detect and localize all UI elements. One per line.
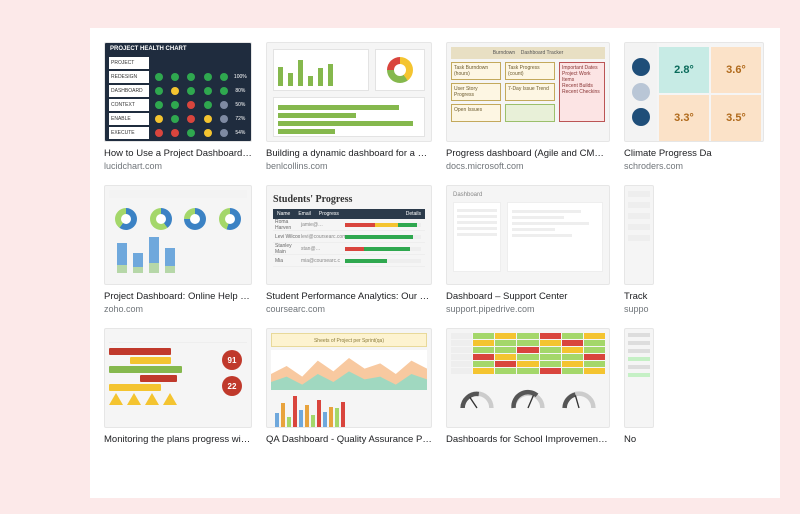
sidebar-panel-icon [453, 202, 501, 272]
result-card[interactable]: 91 22 Monitoring the plans progress with… [104, 328, 252, 447]
result-title[interactable]: Student Performance Analytics: Our Most-… [266, 291, 432, 303]
result-source: docs.microsoft.com [446, 161, 610, 173]
panel-title: Students' Progress [273, 194, 425, 205]
result-card[interactable]: Burndown Dashboard Tracker Task Burndown… [446, 42, 610, 173]
result-thumbnail[interactable] [104, 185, 252, 285]
result-meta: Dashboards for School Improvement | Trac… [446, 428, 610, 447]
result-meta: Climate Progress Da schroders.com [624, 142, 764, 173]
result-title[interactable]: How to Use a Project Dashboard to Keep Y… [104, 148, 252, 160]
panel-header: Dashboard [453, 192, 603, 198]
badge: 91 [222, 350, 242, 370]
result-card[interactable]: No [624, 328, 654, 447]
result-thumbnail[interactable]: 2.8° 3.6° 3.3° 3.5° [624, 42, 764, 142]
result-title[interactable]: Climate Progress Da [624, 148, 764, 160]
health-matrix: PROJECT REDESIGN100% DASHBOARD80% CONTEX… [105, 55, 251, 142]
result-thumbnail[interactable]: Dashboard [446, 185, 610, 285]
hbar-chart-icon [273, 97, 425, 137]
result-card[interactable]: Dashboard Dashboard – Support Center sup… [446, 185, 610, 316]
result-thumbnail[interactable] [624, 328, 654, 428]
kpi-tile: 3.6° [711, 47, 761, 93]
result-title[interactable]: QA Dashboard - Quality Assurance Project… [266, 434, 432, 446]
area-chart-icon [271, 350, 427, 390]
result-source: support.pipedrive.com [446, 304, 610, 316]
result-card[interactable]: Project Dashboard: Online Help | Zoho Pr… [104, 185, 252, 316]
nav-dots-icon [625, 43, 657, 141]
badge-column: 91 22 [217, 346, 247, 428]
gantt-icon [109, 346, 213, 428]
result-meta: How to Use a Project Dashboard to Keep Y… [104, 142, 252, 173]
result-title[interactable]: No [624, 434, 654, 446]
mini-bars-icon [271, 393, 427, 427]
column-chart-icon [109, 237, 247, 277]
result-thumbnail[interactable]: Sheets of Project per Sprint(qa) [266, 328, 432, 428]
gauge-row-icon [451, 389, 605, 409]
result-title[interactable]: Dashboards for School Improvement | Trac… [446, 434, 610, 446]
badge: 22 [222, 376, 242, 396]
result-card[interactable]: Track suppo [624, 185, 654, 316]
result-source: suppo [624, 304, 654, 316]
content-panel-icon [507, 202, 603, 272]
result-card[interactable]: 2.8° 3.6° 3.3° 3.5° Climate Progress Da … [624, 42, 764, 173]
result-thumbnail[interactable]: Burndown Dashboard Tracker Task Burndown… [446, 42, 610, 142]
bar-chart-icon [273, 49, 369, 91]
result-thumbnail[interactable]: 91 22 [104, 328, 252, 428]
result-card[interactable]: Building a dynamic dashboard for a 3-day… [266, 42, 432, 173]
result-meta: Progress dashboard (Agile and CMMI) | ..… [446, 142, 610, 173]
result-source: benlcollins.com [266, 161, 432, 173]
thumb-title: PROJECT HEALTH CHART [105, 43, 251, 55]
heatmap-icon [451, 333, 605, 383]
kpi-tile: 2.8° [659, 47, 709, 93]
result-title[interactable]: Dashboard – Support Center [446, 291, 610, 303]
kpi-tile: 3.5° [711, 95, 761, 141]
result-source: schroders.com [624, 161, 764, 173]
result-meta: Project Dashboard: Online Help | Zoho Pr… [104, 285, 252, 316]
result-source: coursearc.com [266, 304, 432, 316]
result-meta: Building a dynamic dashboard for a 3-day… [266, 142, 432, 173]
result-title[interactable]: Track [624, 291, 654, 303]
donut-chart-icon [375, 49, 425, 91]
image-results-grid: PROJECT HEALTH CHART PROJECT REDESIGN100… [90, 28, 780, 498]
result-title[interactable]: Project Dashboard: Online Help | Zoho Pr… [104, 291, 252, 303]
result-meta: Monitoring the plans progress with gra… [104, 428, 252, 447]
result-title[interactable]: Monitoring the plans progress with gra… [104, 434, 252, 446]
result-thumbnail[interactable]: PROJECT HEALTH CHART PROJECT REDESIGN100… [104, 42, 252, 142]
result-thumbnail[interactable] [266, 42, 432, 142]
result-card[interactable]: Dashboards for School Improvement | Trac… [446, 328, 610, 447]
result-card[interactable]: Sheets of Project per Sprint(qa) QA Dash… [266, 328, 432, 447]
result-title[interactable]: Building a dynamic dashboard for a 3-day… [266, 148, 432, 160]
result-meta: QA Dashboard - Quality Assurance Project… [266, 428, 432, 447]
result-thumbnail[interactable] [446, 328, 610, 428]
donut-row-icon [109, 201, 247, 237]
banner: Sheets of Project per Sprint(qa) [271, 333, 427, 347]
result-meta: Student Performance Analytics: Our Most-… [266, 285, 432, 316]
result-meta: No [624, 428, 654, 447]
result-meta: Dashboard – Support Center support.piped… [446, 285, 610, 316]
kpi-tile: 3.3° [659, 95, 709, 141]
result-thumbnail[interactable] [624, 185, 654, 285]
students-table: NameEmailProgressDetails Roma Harvenjami… [273, 209, 425, 267]
result-source: lucidchart.com [104, 161, 252, 173]
result-title[interactable]: Progress dashboard (Agile and CMMI) | ..… [446, 148, 610, 160]
result-source: zoho.com [104, 304, 252, 316]
result-card[interactable]: PROJECT HEALTH CHART PROJECT REDESIGN100… [104, 42, 252, 173]
result-card[interactable]: Students' Progress NameEmailProgressDeta… [266, 185, 432, 316]
result-meta: Track suppo [624, 285, 654, 316]
result-thumbnail[interactable]: Students' Progress NameEmailProgressDeta… [266, 185, 432, 285]
